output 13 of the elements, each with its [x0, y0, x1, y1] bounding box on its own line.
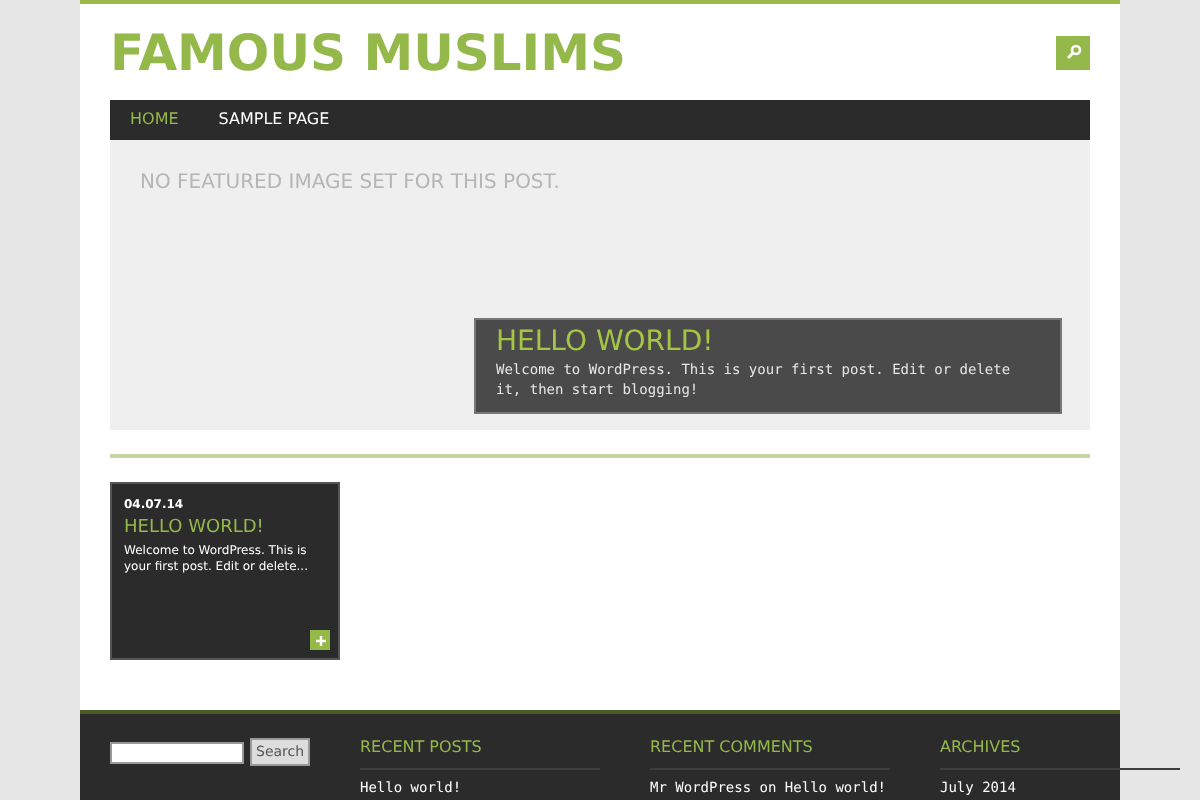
plus-icon	[315, 635, 325, 645]
featured-notice: NO FEATURED IMAGE SET FOR THIS POST.	[140, 170, 562, 198]
read-more-button[interactable]	[310, 630, 330, 650]
widget-title: RECENT POSTS	[360, 738, 600, 770]
nav-link[interactable]: HOME	[130, 112, 179, 128]
featured-post-title[interactable]: HELLO WORLD!	[496, 328, 1040, 356]
widget-title: ARCHIVES	[940, 738, 1180, 770]
search-button[interactable]	[1056, 35, 1090, 69]
nav-link[interactable]: SAMPLE PAGE	[218, 112, 330, 128]
widget-title: RECENT COMMENTS	[650, 738, 890, 770]
post-title[interactable]: HELLO WORLD!	[124, 520, 326, 538]
search-input[interactable]	[110, 742, 244, 764]
search-icon	[1065, 44, 1081, 60]
